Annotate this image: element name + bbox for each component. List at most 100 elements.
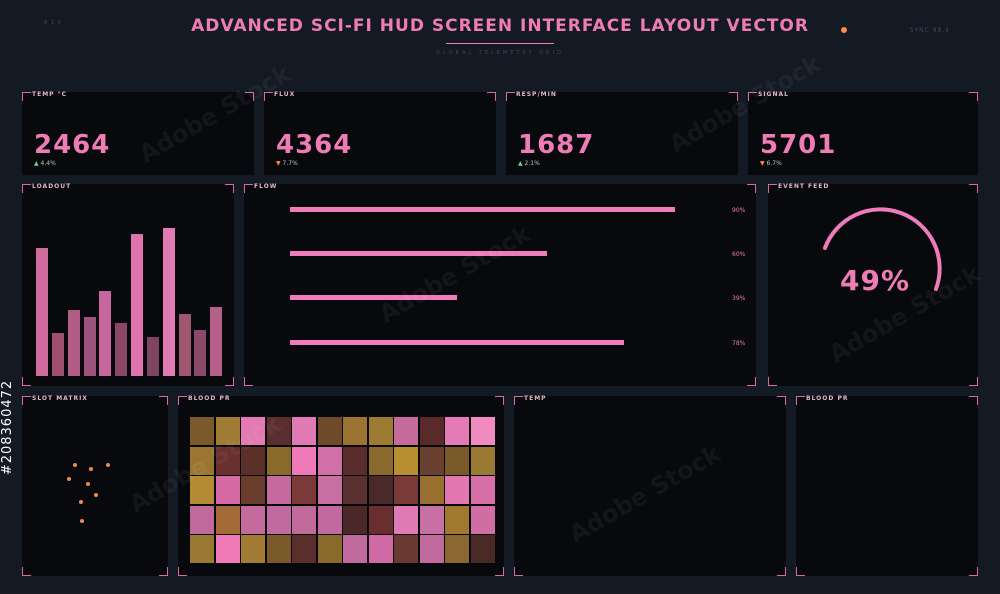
scatter-dot [67, 477, 71, 481]
hud-screen: { "header": { "title": "ADVANCED SCI-FI … [0, 0, 1000, 594]
scatter-dot [94, 493, 98, 497]
heatmap-cell [420, 506, 444, 534]
stat-label: TEMP °C [32, 91, 68, 98]
corner-bracket [22, 396, 31, 405]
heatmap-cell [445, 417, 469, 445]
loadout-bar [68, 310, 80, 376]
arrow-down-icon: ▼ [276, 160, 281, 167]
panel-label: LOADOUT [32, 183, 72, 190]
corner-bracket [159, 567, 168, 576]
corner-bracket [22, 92, 31, 101]
blood-pr-grid-panel: BLOOD PR [178, 395, 504, 576]
heatmap-cell [190, 506, 214, 534]
heatmap-cell [394, 476, 418, 504]
heatmap-cell [471, 417, 495, 445]
flow-bar [290, 207, 675, 212]
heatmap-cell [292, 417, 316, 445]
heatmap-cell [445, 476, 469, 504]
heatmap-cell [318, 535, 342, 563]
flow-percent: 90% [732, 207, 746, 214]
scatter-dot [79, 500, 83, 504]
arrow-down-icon: ▼ [760, 160, 765, 167]
heatmap-cell [343, 476, 367, 504]
corner-bracket [777, 396, 786, 405]
stat-delta: ▼ 6.7% [760, 160, 782, 167]
loadout-bar [115, 323, 127, 376]
panel-label: BLOOD PR [188, 395, 231, 402]
corner-bracket [22, 184, 31, 193]
flow-panel: FLOW 90% 60% 39% 78% [244, 183, 756, 386]
heatmap-cell [343, 535, 367, 563]
heatmap-cell [369, 417, 393, 445]
stat-label: RESP/MIN [516, 91, 557, 98]
heatmap-cell [420, 476, 444, 504]
stat-value: 5701 [760, 130, 837, 160]
heatmap-cell [394, 535, 418, 563]
stat-panel-flux: FLUX 4364 ▼ 7.7% [264, 91, 496, 175]
loadout-bar [179, 314, 191, 376]
panel-label: BLOOD PR [806, 395, 849, 402]
scatter-dot [106, 463, 110, 467]
heatmap-cell [267, 447, 291, 475]
corner-bracket [969, 92, 978, 101]
loadout-bar [147, 337, 159, 376]
heatmap-cell [369, 476, 393, 504]
heatmap-cell [471, 506, 495, 534]
page-title: ADVANCED SCI-FI HUD SCREEN INTERFACE LAY… [191, 16, 809, 36]
flow-percent: 39% [732, 295, 746, 302]
heatmap-cell [445, 447, 469, 475]
corner-bracket [22, 567, 31, 576]
heatmap-cell [369, 535, 393, 563]
arrow-up-icon: ▲ [34, 160, 39, 167]
panel-label: FLOW [254, 183, 278, 190]
stat-panel-signal: SIGNAL 5701 ▼ 6.7% [748, 91, 978, 175]
heatmap-cell [241, 506, 265, 534]
heatmap-cell [394, 447, 418, 475]
corner-bracket [969, 567, 978, 576]
corner-bracket [514, 396, 523, 405]
heatmap-cell [318, 447, 342, 475]
corner-bracket [22, 377, 31, 386]
heatmap-cell [471, 476, 495, 504]
stock-id-label: #208360472 [0, 379, 16, 476]
title-underline [446, 43, 554, 44]
panel-label: SLOT MATRIX [32, 395, 88, 402]
corner-bracket [495, 567, 504, 576]
corner-bracket [796, 567, 805, 576]
loadout-bar [210, 307, 222, 376]
header-right-code: SYNC 98.4 [909, 27, 950, 34]
corner-bracket [159, 396, 168, 405]
heatmap-cell [267, 535, 291, 563]
heatmap-cell [190, 535, 214, 563]
stat-delta-value: 2.1% [524, 160, 540, 167]
heatmap-cell [394, 417, 418, 445]
heatmap-cell [318, 476, 342, 504]
arrow-up-icon: ▲ [518, 160, 523, 167]
stat-value: 4364 [276, 130, 353, 160]
scatter-dot [73, 463, 77, 467]
corner-bracket [747, 377, 756, 386]
heatmap-cell [190, 417, 214, 445]
corner-bracket [796, 396, 805, 405]
heatmap-cell [241, 535, 265, 563]
loadout-bar-chart [36, 198, 226, 376]
loadout-bar [52, 333, 64, 376]
scatter-dot [89, 467, 93, 471]
heatmap-cell [216, 535, 240, 563]
corner-bracket [506, 92, 515, 101]
flow-percent: 78% [732, 340, 746, 347]
heatmap-cell [216, 506, 240, 534]
loadout-bar [99, 291, 111, 376]
stat-delta: ▼ 7.7% [276, 160, 298, 167]
loadout-panel: LOADOUT [22, 183, 234, 386]
corner-bracket [514, 567, 523, 576]
heatmap-cell [471, 447, 495, 475]
heatmap-cell [318, 417, 342, 445]
scatter-dot [80, 519, 84, 523]
flow-bar [290, 340, 624, 345]
stat-delta: ▲ 4.4% [34, 160, 56, 167]
corner-bracket [487, 92, 496, 101]
heatmap-cell [394, 506, 418, 534]
heatmap-cell [369, 447, 393, 475]
stat-delta-value: 4.4% [40, 160, 56, 167]
